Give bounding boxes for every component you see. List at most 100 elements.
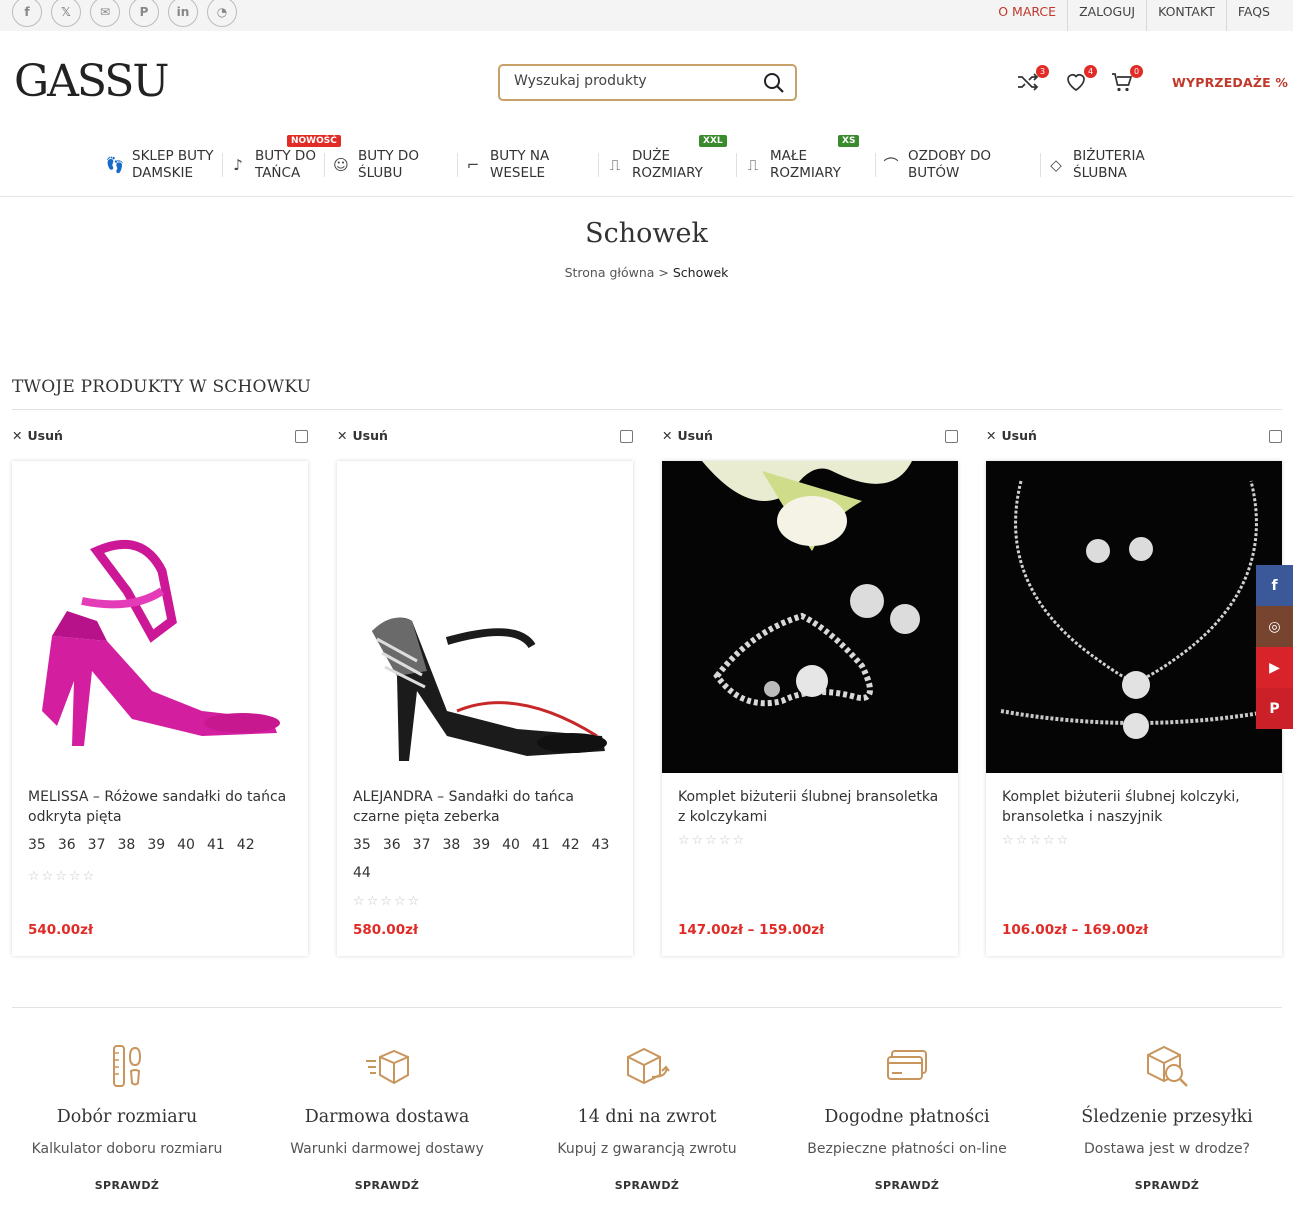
rating-stars: ☆☆☆☆☆ — [353, 894, 422, 909]
facebook-icon[interactable]: f — [1256, 565, 1293, 606]
nav-separator — [222, 153, 223, 177]
sale-link[interactable]: WYPRZEDAŻE % — [1172, 75, 1288, 90]
size-option[interactable]: 36 — [58, 831, 76, 859]
facebook-icon[interactable]: f — [12, 0, 42, 27]
nav-label-line1: SKLEP BUTY — [132, 148, 214, 164]
size-option[interactable]: 42 — [562, 831, 580, 859]
size-option[interactable]: 41 — [532, 831, 550, 859]
remove-button[interactable]: ✕ Usuń — [986, 428, 1037, 443]
select-checkbox[interactable] — [620, 430, 633, 443]
nav-label: OZDOBY DO BUTÓW — [908, 148, 991, 182]
nav-label: DUŻE ROZMIARY — [632, 148, 703, 182]
size-option[interactable]: 37 — [413, 831, 431, 859]
size-option[interactable]: 41 — [207, 831, 225, 859]
mail-icon[interactable]: ✉ — [90, 0, 120, 27]
pinterest-icon[interactable]: P — [129, 0, 159, 27]
remove-button[interactable]: ✕ Usuń — [12, 428, 63, 443]
nav-item-dance-shoes[interactable]: ♪ BUTY DO TAŃCA — [229, 148, 316, 182]
feature-check-button[interactable]: SPRAWDŹ — [777, 1179, 1037, 1192]
size-option[interactable]: 36 — [383, 831, 401, 859]
product-card: Komplet biżuterii ślubnej bransoletka z … — [662, 461, 958, 956]
main-nav: 👣 SKLEP BUTY DAMSKIE ♪ BUTY DO TAŃCA NOWOŚ… — [0, 135, 1293, 197]
product-price: 580.00zł — [353, 922, 418, 938]
search-input[interactable] — [514, 73, 744, 89]
bride-icon: ☺ — [333, 155, 349, 174]
nav-label-line1: DUŻE — [632, 148, 671, 164]
instagram-icon[interactable]: ◎ — [1256, 606, 1293, 647]
select-checkbox[interactable] — [295, 430, 308, 443]
black-sandal-image — [337, 461, 633, 773]
select-checkbox[interactable] — [945, 430, 958, 443]
youtube-icon[interactable]: ▶ — [1256, 647, 1293, 688]
size-option[interactable]: 38 — [442, 831, 460, 859]
xxl-tag: XXL — [699, 135, 727, 147]
top-links: O MARCE ZALOGUJ KONTAKT FAQS — [987, 0, 1281, 31]
size-option[interactable]: 44 — [353, 859, 371, 887]
product-image[interactable] — [337, 461, 633, 773]
breadcrumb-separator: > — [658, 265, 669, 280]
compare-button[interactable]: 3 — [1016, 65, 1049, 96]
nav-item-wedding-shoes[interactable]: ☺ BUTY DO ŚLUBU — [332, 148, 419, 182]
nav-item-small-sizes[interactable]: ⎍ MAŁE ROZMIARY — [744, 148, 841, 182]
feature-check-button[interactable]: SPRAWDŹ — [1037, 1179, 1293, 1192]
nav-item-large-sizes[interactable]: ⎍ DUŻE ROZMIARY — [606, 148, 703, 182]
link-faqs[interactable]: FAQS — [1225, 0, 1281, 31]
size-option[interactable]: 40 — [502, 831, 520, 859]
link-contact[interactable]: KONTAKT — [1146, 0, 1226, 31]
nav-label-line1: BIŻUTERIA — [1073, 148, 1145, 164]
product-name[interactable]: MELISSA – Różowe sandałki do tańca odkry… — [28, 787, 298, 827]
feature-check-button[interactable]: SPRAWDŹ — [517, 1179, 777, 1192]
x-icon[interactable]: 𝕏 — [51, 0, 81, 27]
top-social-links: f 𝕏 ✉ P in ◔ — [12, 0, 237, 27]
remove-label: Usuń — [677, 428, 713, 443]
rating-stars: ☆☆☆☆☆ — [28, 869, 97, 884]
size-option[interactable]: 40 — [177, 831, 195, 859]
jewelry-necklace-image — [986, 461, 1282, 773]
nav-item-shoe-clips[interactable]: ⌒ OZDOBY DO BUTÓW — [882, 148, 991, 182]
product-price: 540.00zł — [28, 922, 93, 938]
feature-title: Dogodne płatności — [824, 1107, 990, 1127]
nav-separator — [875, 153, 876, 177]
link-login[interactable]: ZALOGUJ — [1067, 0, 1146, 31]
breadcrumb-home[interactable]: Strona główna — [565, 265, 655, 280]
nav-separator — [1040, 153, 1041, 177]
size-option[interactable]: 35 — [28, 831, 46, 859]
product-image[interactable] — [12, 461, 308, 773]
wishlist-button[interactable]: 4 — [1064, 65, 1097, 96]
link-about[interactable]: O MARCE — [987, 0, 1067, 31]
close-icon: ✕ — [337, 428, 348, 443]
page-title: Schowek — [585, 218, 708, 249]
nav-label: MAŁE ROZMIARY — [770, 148, 841, 182]
select-checkbox[interactable] — [1269, 430, 1282, 443]
nav-item-wedding-jewelry[interactable]: ◇ BIŻUTERIA ŚLUBNA — [1047, 148, 1145, 182]
nav-item-women-shoes[interactable]: 👣 SKLEP BUTY DAMSKIE — [106, 148, 214, 182]
delivery-box-icon — [366, 1049, 409, 1085]
feature-check-button[interactable]: SPRAWDŹ — [0, 1179, 257, 1192]
whatsapp-icon[interactable]: ◔ — [207, 0, 237, 27]
foot-icon: ⎍ — [609, 155, 621, 174]
size-option[interactable]: 39 — [147, 831, 165, 859]
linkedin-icon[interactable]: in — [168, 0, 198, 27]
nav-item-party-shoes[interactable]: ⌐ BUTY NA WESELE — [464, 148, 550, 182]
search-box — [498, 64, 797, 101]
remove-button[interactable]: ✕ Usuń — [337, 428, 388, 443]
pinterest-icon[interactable]: P — [1256, 688, 1293, 729]
size-option[interactable]: 43 — [592, 831, 610, 859]
remove-button[interactable]: ✕ Usuń — [662, 428, 713, 443]
site-logo[interactable]: GASSU — [14, 56, 170, 108]
cart-button[interactable]: 0 — [1110, 65, 1143, 96]
product-name[interactable]: Komplet biżuterii ślubnej kolczyki, bran… — [1002, 787, 1272, 827]
size-option[interactable]: 35 — [353, 831, 371, 859]
size-option[interactable]: 37 — [88, 831, 106, 859]
product-sizes: 35 36 37 38 39 40 41 42 — [28, 831, 298, 859]
size-option[interactable]: 42 — [237, 831, 255, 859]
product-image[interactable] — [662, 461, 958, 773]
size-option[interactable]: 39 — [472, 831, 490, 859]
product-name[interactable]: Komplet biżuterii ślubnej bransoletka z … — [678, 787, 948, 827]
feature-check-button[interactable]: SPRAWDŹ — [257, 1179, 517, 1192]
search-icon[interactable] — [763, 72, 785, 94]
feature-title: Darmowa dostawa — [304, 1107, 470, 1127]
size-option[interactable]: 38 — [117, 831, 135, 859]
product-name[interactable]: ALEJANDRA – Sandałki do tańca czarne pię… — [353, 787, 623, 827]
product-image[interactable] — [986, 461, 1282, 773]
